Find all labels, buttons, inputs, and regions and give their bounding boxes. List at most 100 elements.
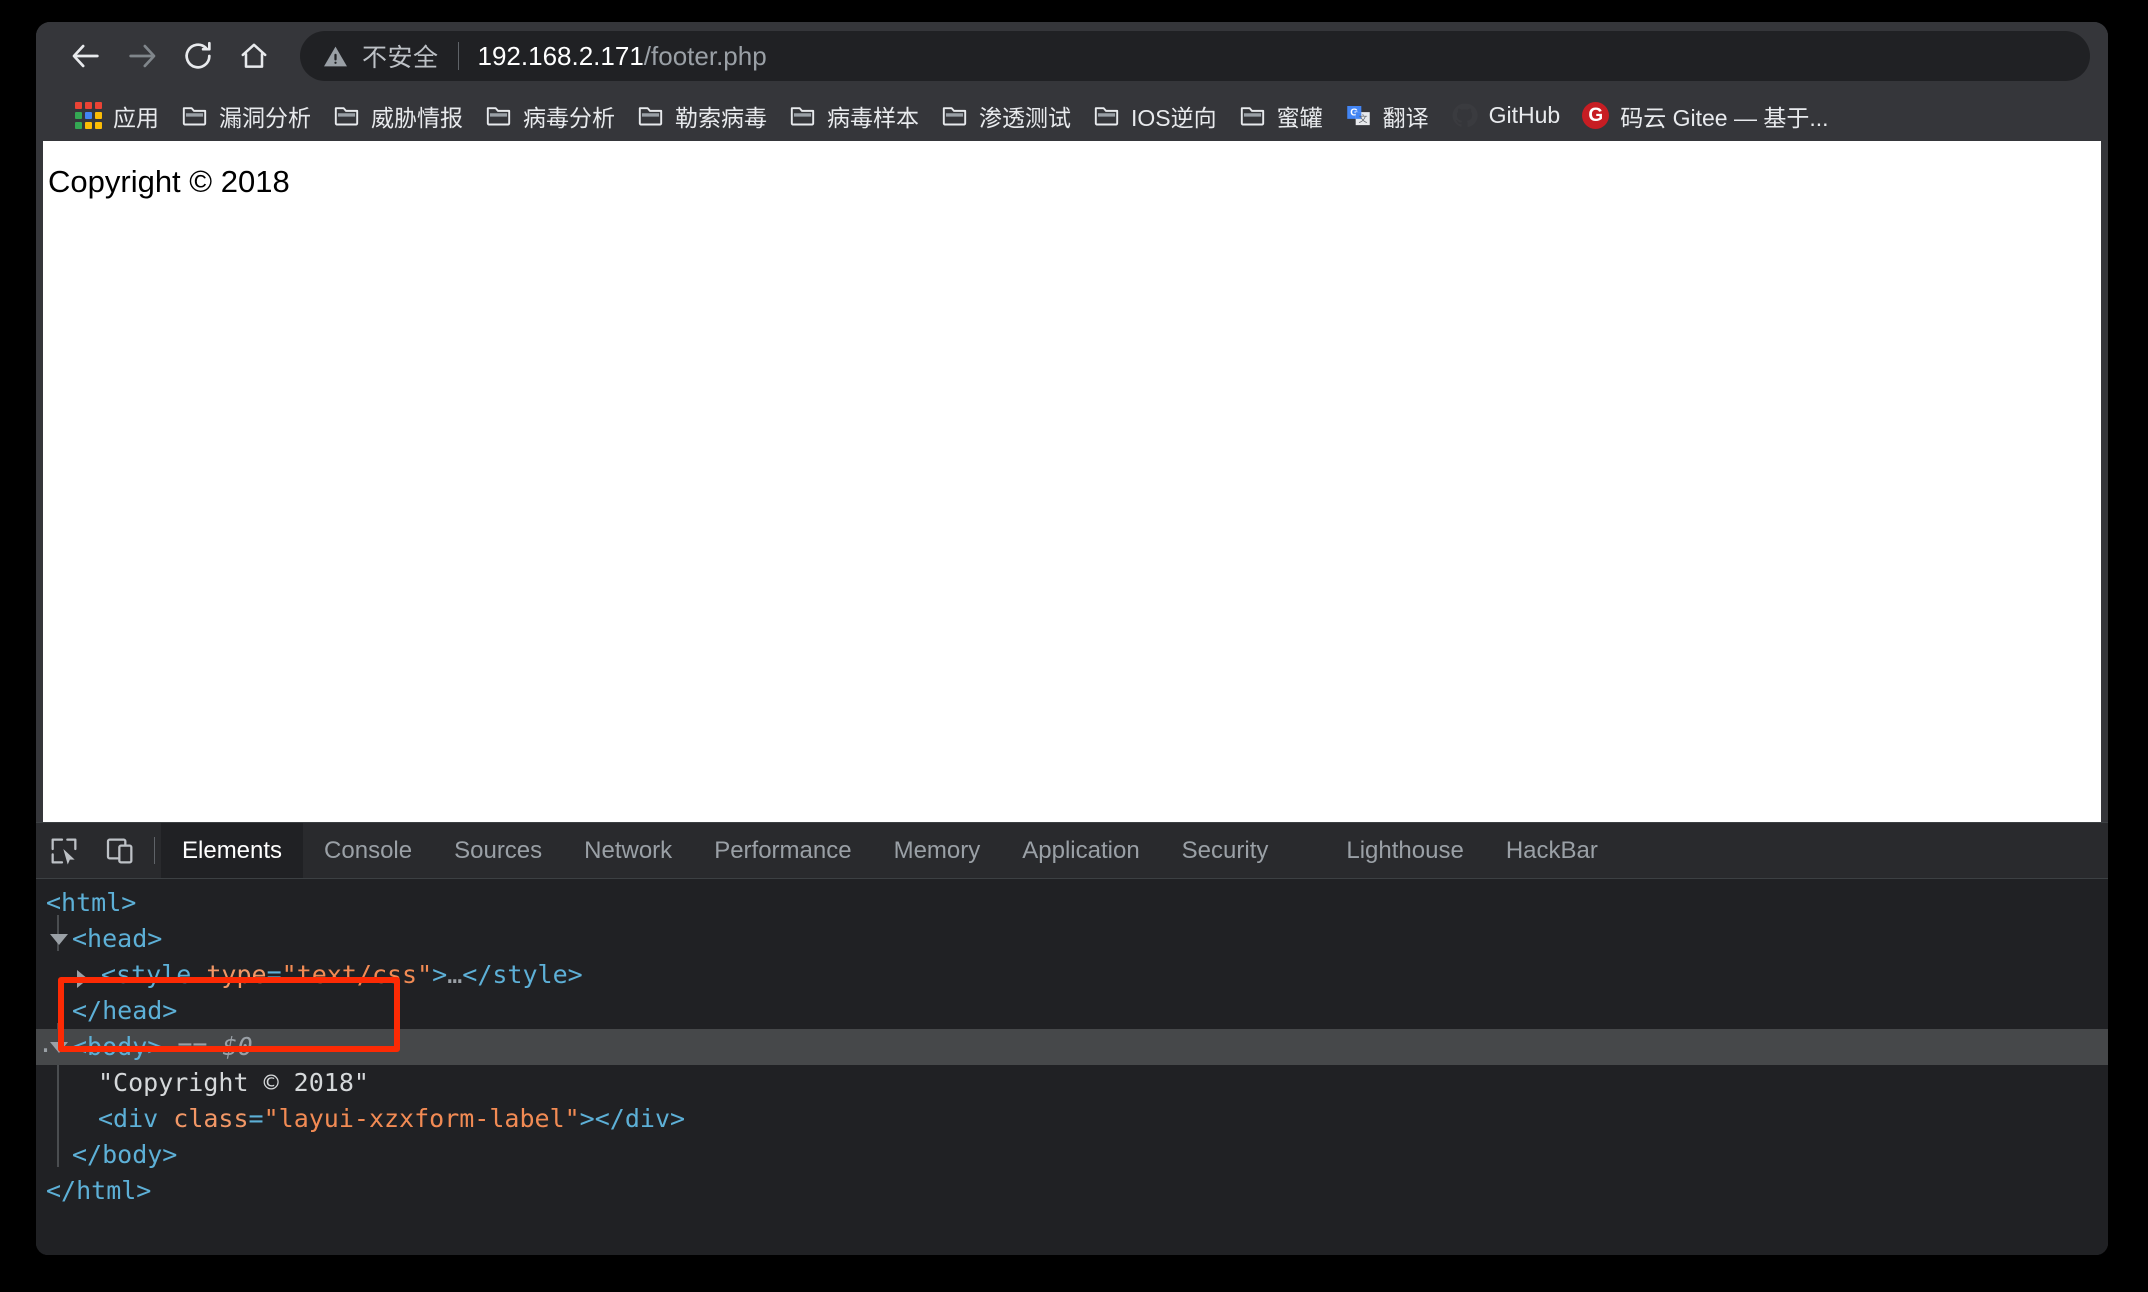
folder-icon — [486, 107, 511, 126]
bookmark-gitee[interactable]: G 码云 Gitee — 基于... — [1571, 96, 1839, 136]
url-path: /footer.php — [643, 40, 767, 71]
reload-button[interactable] — [170, 28, 226, 84]
bookmark-label: 病毒样本 — [827, 104, 919, 131]
dom-style-ellipsis: … — [447, 960, 463, 989]
dom-text-node-copyright: "Copyright © 2018" — [98, 1068, 369, 1097]
browser-window: 不安全 192.168.2.171/footer.php 应用 漏洞分析 威胁情… — [36, 22, 2108, 1255]
bookmarks-bar: 应用 漏洞分析 威胁情报 病毒分析 勒索病毒 病毒样本 渗透测试 IOS逆向 蜜… — [36, 90, 2108, 141]
dom-tag-html-close: </html> — [46, 1176, 152, 1205]
device-toolbar-icon — [106, 838, 133, 863]
inspect-element-button[interactable] — [36, 823, 92, 878]
omnibox-divider — [457, 42, 459, 70]
dom-row-div[interactable]: <div class="layui-xzxform-label"></div> — [36, 1101, 2108, 1137]
page-copyright-text: Copyright © 2018 — [48, 164, 290, 199]
dom-row-head-open[interactable]: <head> — [36, 921, 2108, 957]
expand-triangle-icon[interactable] — [50, 1042, 68, 1053]
dom-div-line: <div class="layui-xzxform-label"></div> — [36, 1101, 685, 1137]
bookmark-folder-weixieqingbao[interactable]: 威胁情报 — [322, 96, 474, 136]
dom-tag-style: <style type="text/css">…</style> — [36, 957, 583, 993]
folder-icon — [638, 107, 663, 126]
dom-style-gt: > — [432, 960, 448, 989]
tab-performance[interactable]: Performance — [693, 823, 872, 878]
dom-row-style[interactable]: <style type="text/css">…</style> — [36, 957, 2108, 993]
svg-text:文: 文 — [1358, 113, 1367, 125]
dom-row-html-open[interactable]: <html> — [36, 885, 2108, 921]
folder-icon — [790, 107, 815, 126]
bookmark-label: 码云 Gitee — 基于... — [1620, 104, 1829, 131]
tab-console[interactable]: Console — [303, 823, 433, 878]
bookmark-label: 漏洞分析 — [219, 104, 311, 131]
bookmark-label: IOS逆向 — [1131, 104, 1217, 131]
forward-arrow-icon — [129, 44, 156, 68]
dom-div-open: <div — [98, 1104, 174, 1133]
dom-tag-head-close: </head> — [72, 996, 178, 1025]
dom-body-selection-marker — [162, 1032, 177, 1061]
forward-button[interactable] — [114, 28, 170, 84]
google-translate-icon: G 文 — [1345, 102, 1372, 129]
tab-network[interactable]: Network — [563, 823, 693, 878]
tab-memory[interactable]: Memory — [873, 823, 1002, 878]
dom-tag-body-close: </body> — [72, 1140, 178, 1169]
dom-div-close: </div> — [594, 1104, 686, 1133]
browser-toolbar: 不安全 192.168.2.171/footer.php — [36, 22, 2108, 90]
dom-row-head-close[interactable]: </head> — [36, 993, 2108, 1029]
bookmark-folder-lesuobingdu[interactable]: 勒索病毒 — [626, 96, 778, 136]
dom-style-attr-name: type — [206, 960, 267, 989]
expand-triangle-icon[interactable] — [50, 934, 68, 945]
dom-tag-html: <html> — [46, 888, 137, 917]
folder-icon — [334, 107, 359, 126]
back-arrow-icon — [72, 44, 99, 68]
dom-row-text-node[interactable]: "Copyright © 2018" — [36, 1065, 2108, 1101]
tab-application[interactable]: Application — [1001, 823, 1160, 878]
bookmark-folder-loudongfenxi[interactable]: 漏洞分析 — [170, 96, 322, 136]
bookmark-translate[interactable]: G 文 翻译 — [1334, 96, 1440, 136]
device-toolbar-button[interactable] — [92, 823, 148, 878]
gitee-icon: G — [1582, 102, 1610, 129]
bookmark-folder-bingdufenxi[interactable]: 病毒分析 — [474, 96, 626, 136]
page-viewport: Copyright © 2018 — [43, 141, 2101, 822]
dom-div-gt: > — [579, 1104, 595, 1133]
home-button[interactable] — [226, 28, 282, 84]
dom-div-attr-value: "layui-xzxform-label" — [263, 1104, 580, 1133]
devtools-panel: Elements Console Sources Network Perform… — [36, 822, 2108, 1255]
address-bar[interactable]: 不安全 192.168.2.171/footer.php — [300, 31, 2090, 81]
toolbar-divider — [154, 837, 155, 864]
bookmark-folder-bingduyangben[interactable]: 病毒样本 — [778, 96, 930, 136]
folder-icon — [1240, 107, 1264, 126]
tab-security[interactable]: Security — [1161, 823, 1290, 878]
tab-elements[interactable]: Elements — [161, 823, 304, 878]
dom-div-attr-eq: = — [248, 1104, 264, 1133]
bookmark-folder-shentouceshi[interactable]: 渗透测试 — [930, 96, 1082, 136]
dom-style-close: </style> — [462, 960, 583, 989]
tab-hackbar[interactable]: HackBar — [1485, 823, 1619, 878]
bookmark-label: 蜜罐 — [1276, 104, 1323, 131]
dom-row-body-close[interactable]: </body> — [36, 1137, 2108, 1173]
folder-icon — [1094, 107, 1119, 126]
dom-div-attr-name: class — [173, 1104, 249, 1133]
dom-row-body-open[interactable]: ·· <body> == $0 — [36, 1029, 2108, 1065]
bookmark-folder-miguan[interactable]: 蜜罐 — [1228, 96, 1334, 136]
bookmark-label: GitHub — [1488, 102, 1561, 128]
bookmark-apps[interactable]: 应用 — [64, 96, 170, 136]
collapse-triangle-icon[interactable] — [77, 970, 88, 988]
tab-lighthouse[interactable]: Lighthouse — [1325, 823, 1484, 878]
inspect-cursor-icon — [51, 838, 77, 864]
tab-sources[interactable]: Sources — [433, 823, 563, 878]
bookmark-label: 渗透测试 — [979, 104, 1071, 131]
back-button[interactable] — [58, 28, 114, 84]
devtools-tabbar: Elements Console Sources Network Perform… — [36, 823, 2108, 879]
bookmark-github[interactable]: GitHub — [1440, 96, 1572, 136]
bookmark-label: 翻译 — [1382, 104, 1429, 131]
security-status-chip[interactable]: 不安全 — [322, 38, 439, 74]
dom-style-attr-value: "text/css" — [281, 960, 433, 989]
bookmark-label: 应用 — [113, 104, 159, 131]
bookmark-folder-ios-reverse[interactable]: IOS逆向 — [1082, 96, 1228, 136]
dom-body-dollar0: == $0 — [177, 1032, 253, 1061]
dom-style-attr-eq: = — [266, 960, 282, 989]
warning-triangle-icon — [324, 46, 347, 66]
dom-style-open: <style — [101, 960, 207, 989]
url-host: 192.168.2.171 — [477, 40, 644, 71]
dom-row-html-close[interactable]: </html> — [36, 1173, 2108, 1209]
home-icon — [241, 43, 267, 68]
dom-tree[interactable]: <html> <head> <style type="text/css">…</… — [36, 879, 2108, 1255]
